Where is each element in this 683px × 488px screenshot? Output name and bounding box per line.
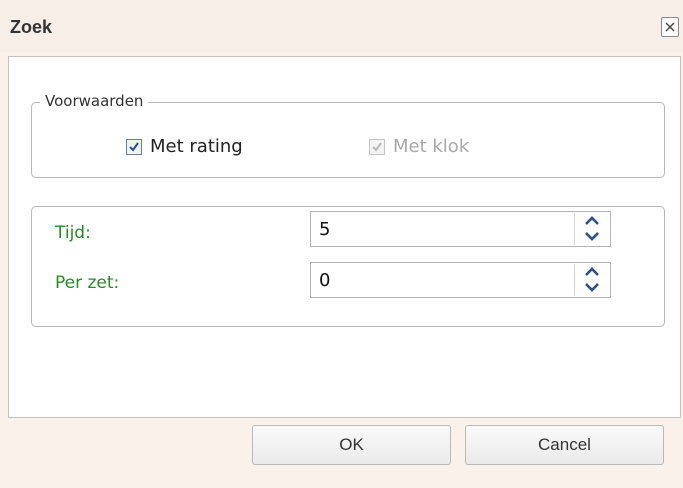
with-rating-label: Met rating bbox=[150, 136, 243, 157]
close-button[interactable] bbox=[661, 17, 679, 37]
with-clock-checkbox-row: Met klok bbox=[369, 136, 469, 157]
time-settings-group: Tijd: 5 Per zet: 0 bbox=[31, 206, 665, 327]
spinner-down-icon[interactable] bbox=[583, 280, 601, 294]
with-rating-checkbox-row[interactable]: Met rating bbox=[126, 136, 243, 157]
per-move-spinner[interactable]: 0 bbox=[310, 262, 611, 298]
dialog-content: Voorwaarden Met rating Met klok Tijd: 5 … bbox=[8, 56, 681, 418]
ok-button[interactable]: OK bbox=[252, 425, 451, 465]
spinner-down-icon[interactable] bbox=[583, 229, 601, 243]
time-label: Tijd: bbox=[55, 223, 91, 243]
with-clock-label: Met klok bbox=[393, 136, 470, 157]
time-input[interactable]: 5 bbox=[319, 219, 330, 240]
search-dialog: Zoek Voorwaarden Met rating Met klok Tij… bbox=[0, 0, 683, 488]
close-icon bbox=[665, 22, 675, 32]
checkmark-icon bbox=[372, 141, 382, 152]
conditions-legend: Voorwaarden bbox=[40, 92, 149, 110]
with-clock-checkbox bbox=[369, 138, 385, 155]
per-move-label: Per zet: bbox=[55, 273, 120, 293]
spinner-up-icon[interactable] bbox=[583, 265, 601, 279]
checkmark-icon bbox=[129, 141, 139, 152]
per-move-spinner-buttons bbox=[574, 264, 610, 296]
with-rating-checkbox[interactable] bbox=[126, 138, 142, 155]
spinner-up-icon[interactable] bbox=[583, 214, 601, 228]
conditions-group: Voorwaarden Met rating Met klok bbox=[31, 92, 665, 178]
title-bar: Zoek bbox=[0, 0, 683, 52]
dialog-title: Zoek bbox=[10, 17, 53, 37]
cancel-button[interactable]: Cancel bbox=[465, 425, 664, 465]
time-spinner-buttons bbox=[574, 213, 610, 245]
time-spinner[interactable]: 5 bbox=[310, 211, 611, 247]
per-move-input[interactable]: 0 bbox=[319, 270, 330, 291]
